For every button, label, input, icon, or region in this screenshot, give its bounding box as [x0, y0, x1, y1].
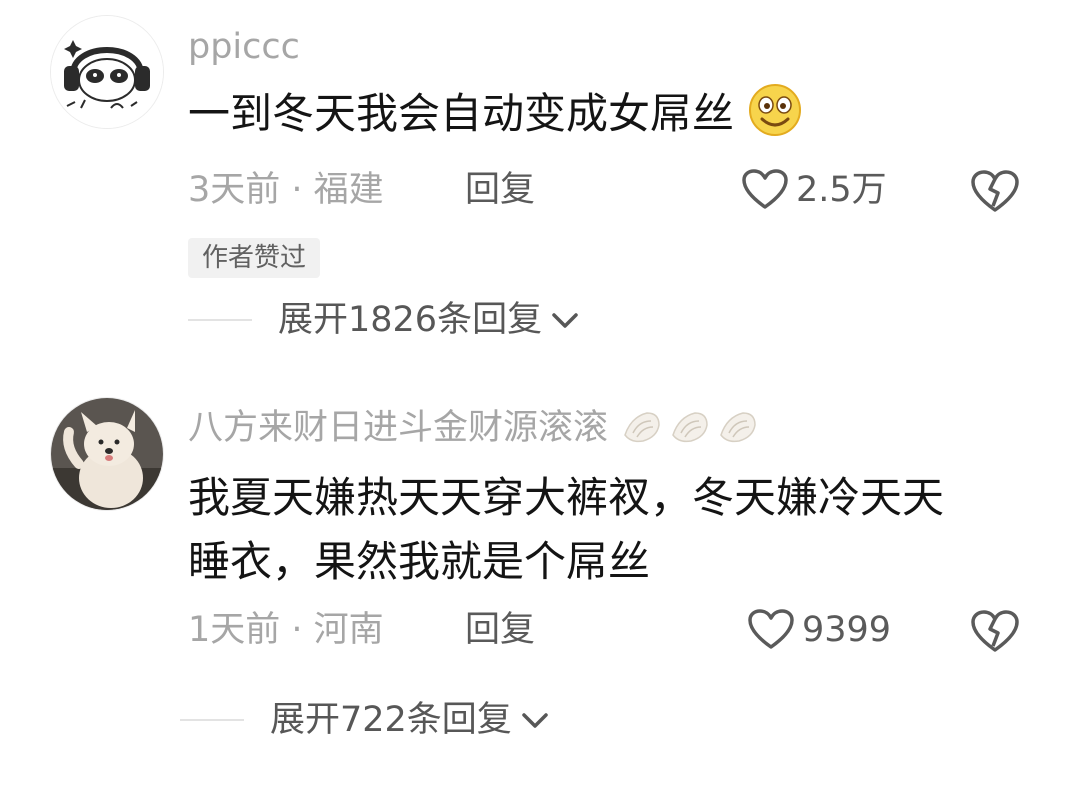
panda-headphones-avatar-image — [51, 16, 163, 128]
divider-line — [180, 719, 244, 721]
conch-shell-icon — [720, 412, 756, 443]
comment-text: 一到冬天我会自动变成女屌丝 — [188, 82, 1038, 146]
heart-outline-icon — [748, 609, 794, 649]
comment-time-location: 1天前 · 河南 — [188, 610, 384, 650]
user-avatar[interactable] — [50, 397, 164, 511]
reply-button[interactable]: 回复 — [465, 608, 535, 652]
smiley-emoji-icon — [749, 84, 802, 136]
samoyed-dog-avatar-image — [51, 398, 163, 510]
expand-replies-button[interactable]: 展开722条回复 — [180, 698, 550, 742]
like-button[interactable]: 9399 — [748, 608, 891, 652]
username[interactable]: 八方来财日进斗金财源滚滚 — [188, 406, 759, 450]
dislike-button[interactable] — [970, 610, 1020, 658]
broken-heart-icon — [971, 170, 1019, 212]
conch-shell-icon — [624, 412, 660, 443]
divider-line — [188, 319, 252, 321]
comment-1: ppiccc 一到冬天我会自动变成女屌丝 3天前 · 福建 回复 2.5万 作者… — [0, 0, 1080, 390]
chevron-down-icon — [552, 313, 578, 328]
heart-outline-icon — [742, 169, 788, 209]
conch-shell-icon — [672, 412, 708, 443]
comment-text-line: 我夏天嫌热天天穿大裤衩，冬天嫌冷天天 — [188, 473, 945, 522]
expand-replies-label: 展开722条回复 — [270, 700, 512, 740]
comment-text: 我夏天嫌热天天穿大裤衩，冬天嫌冷天天 睡衣，果然我就是个屌丝 — [188, 466, 1038, 594]
expand-replies-label: 展开1826条回复 — [278, 300, 543, 340]
author-liked-badge: 作者赞过 — [188, 238, 321, 278]
like-count: 9399 — [802, 610, 892, 650]
comment-text-body: 一到冬天我会自动变成女屌丝 — [188, 89, 735, 138]
username-text: 八方来财日进斗金财源滚滚 — [188, 408, 609, 448]
broken-heart-icon — [971, 610, 1019, 652]
reply-button[interactable]: 回复 — [465, 168, 535, 212]
username[interactable]: ppiccc — [188, 25, 300, 69]
comment-text-line: 睡衣，果然我就是个屌丝 — [188, 537, 651, 586]
chevron-down-icon — [522, 713, 548, 728]
username-icons — [621, 409, 759, 445]
dislike-button[interactable] — [970, 170, 1020, 218]
user-avatar[interactable] — [50, 15, 164, 129]
expand-replies-button[interactable]: 展开1826条回复 — [188, 298, 580, 342]
like-count: 2.5万 — [796, 170, 887, 210]
comment-time-location: 3天前 · 福建 — [188, 170, 384, 210]
comment-2: 八方来财日进斗金财源滚滚 我夏天嫌热天天穿大裤衩，冬天嫌冷天天 睡衣，果然我就是… — [0, 390, 1080, 790]
like-button[interactable]: 2.5万 — [742, 168, 887, 212]
